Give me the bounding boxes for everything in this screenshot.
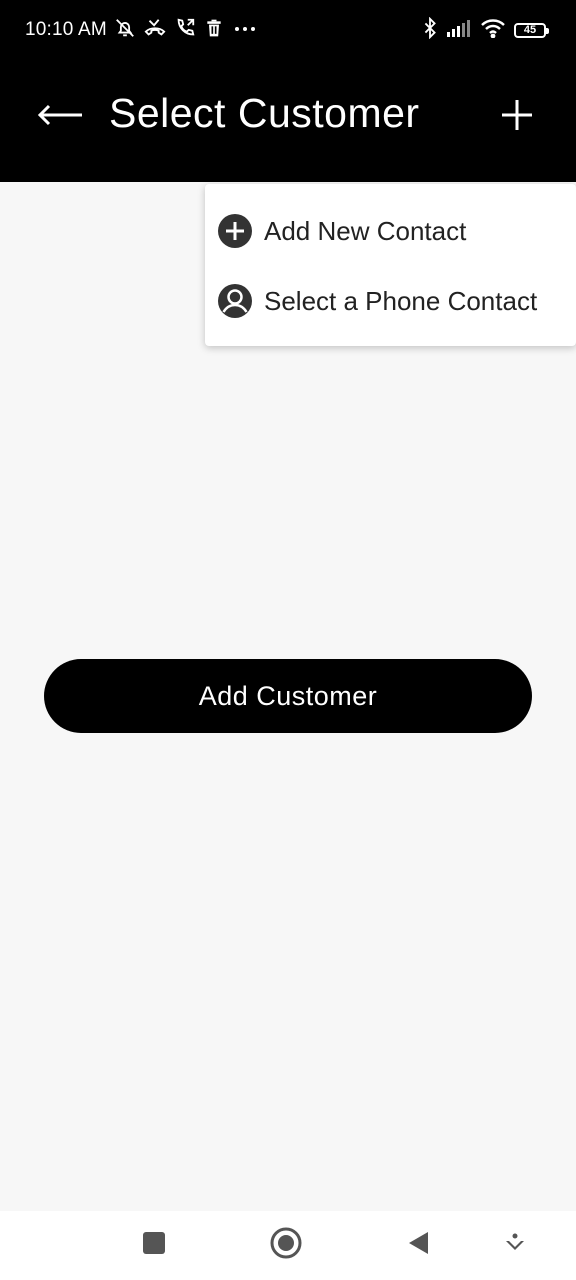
- navigation-bar: [0, 1211, 576, 1280]
- screen: 10:10 AM 45 Select Customer Add New Cont…: [0, 0, 576, 1280]
- popup-menu: Add New Contact Select a Phone Contact: [205, 184, 576, 346]
- bluetooth-icon: [422, 16, 438, 44]
- add-circle-icon: [217, 213, 253, 249]
- menu-item-label: Add New Contact: [264, 215, 467, 246]
- recents-square-icon: [142, 1231, 166, 1260]
- add-button[interactable]: [492, 92, 542, 142]
- battery-icon: 45: [514, 23, 549, 38]
- status-right-icons: 45: [422, 16, 549, 44]
- person-circle-icon: [217, 283, 253, 319]
- back-nav-button[interactable]: [400, 1227, 436, 1263]
- plus-icon: [500, 98, 534, 137]
- call-forward-icon: [174, 17, 196, 39]
- top-bar: 10:10 AM 45 Select Customer: [0, 0, 576, 182]
- signal-icon: [446, 18, 472, 43]
- trash-icon: [204, 17, 224, 39]
- menu-item-add-new-contact[interactable]: Add New Contact: [205, 196, 576, 266]
- menu-item-label: Select a Phone Contact: [264, 285, 538, 316]
- back-button[interactable]: [30, 92, 90, 142]
- app-bar: Select Customer: [0, 62, 576, 182]
- status-bar: 10:10 AM 45: [0, 0, 576, 62]
- home-circle-icon: [270, 1227, 302, 1264]
- more-dots-icon: [232, 17, 258, 39]
- menu-item-select-phone-contact[interactable]: Select a Phone Contact: [205, 266, 576, 336]
- home-button[interactable]: [268, 1227, 304, 1263]
- keyboard-hide-button[interactable]: [497, 1227, 533, 1263]
- page-title: Select Customer: [109, 90, 420, 136]
- status-time: 10:10 AM: [25, 19, 107, 40]
- missed-call-icon: [144, 17, 166, 39]
- notification-off-icon: [114, 17, 136, 39]
- status-left-icons: [114, 17, 258, 39]
- recents-button[interactable]: [136, 1227, 172, 1263]
- back-triangle-icon: [406, 1230, 430, 1261]
- keyboard-hide-icon: [503, 1231, 527, 1260]
- add-customer-button[interactable]: Add Customer: [44, 659, 532, 733]
- arrow-left-icon: [36, 103, 84, 132]
- wifi-icon: [480, 18, 506, 43]
